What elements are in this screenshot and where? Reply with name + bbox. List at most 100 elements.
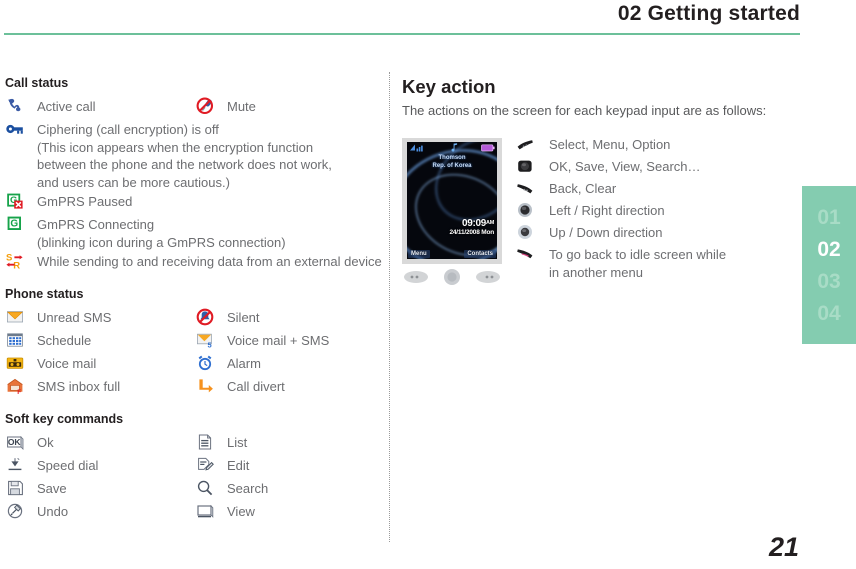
list-item-label: Voice mail + SMS	[227, 333, 330, 348]
column-divider	[389, 72, 390, 542]
list-item-label: SMS inbox full	[37, 379, 121, 394]
list-item-label: List	[227, 435, 248, 450]
list-item-label: Select, Menu, Option	[549, 137, 671, 152]
center-ok-key-icon	[515, 156, 535, 176]
voicemail-sms-icon: 5	[195, 330, 215, 350]
page-header: 02 Getting started	[0, 0, 856, 38]
gprs-paused-icon: G	[5, 191, 25, 211]
phone-status-bar	[407, 142, 497, 153]
list-item-label: To go back to idle screen while in anoth…	[549, 247, 727, 280]
phone-time-ampm: AM	[486, 220, 494, 226]
list-item: OK, Save, View, Search…	[515, 156, 794, 178]
phone-display: Thomson Rep. of Korea 09:09AM 24/11/2008…	[407, 142, 497, 259]
right-softkey-icon	[515, 178, 535, 198]
carrier-line-2: Rep. of Korea	[432, 162, 472, 169]
list-item-label: Unread SMS	[37, 310, 112, 325]
list-item-label: Alarm	[227, 356, 261, 371]
right-column: Key action The actions on the screen for…	[402, 76, 794, 285]
phone-softkey-left[interactable]: Menu	[408, 249, 430, 258]
header-divider-rule	[4, 33, 800, 35]
phone-status-list: Unread SMS Silent Schedule 5 Voice mail …	[5, 307, 383, 399]
phone-clock-block: 09:09AM 24/11/2008 Mon	[449, 219, 494, 237]
list-item-label: Active call	[37, 99, 96, 114]
unread-sms-icon	[5, 307, 25, 327]
svg-text:R: R	[13, 261, 20, 271]
speed-dial-icon	[5, 455, 25, 475]
list-item-label: Up / Down direction	[549, 225, 663, 240]
phone-date: 24/11/2008 Mon	[449, 229, 494, 236]
list-item: S R While sending to and receiving data …	[5, 251, 383, 274]
list-item: F SMS inbox full Call divert	[5, 376, 383, 399]
phone-keypad-row	[402, 266, 502, 288]
phone-bezel: Thomson Rep. of Korea 09:09AM 24/11/2008…	[402, 138, 502, 264]
list-item-label: While sending to and receiving data from…	[37, 254, 382, 269]
list-item-label: Back, Clear	[549, 181, 617, 196]
list-item: Up / Down direction	[515, 222, 794, 244]
soft-key-commands-list: OK Ok List Speed dial Edit Save Search U…	[5, 432, 383, 524]
svg-text:OK: OK	[8, 437, 22, 447]
list-item: Select, Menu, Option	[515, 134, 794, 156]
left-column: Call status Active call Mute Ciphering (…	[5, 76, 383, 524]
save-floppy-icon	[5, 478, 25, 498]
list-item-label: Undo	[37, 504, 69, 519]
call-status-list: Active call Mute Ciphering (call encrypt…	[5, 96, 383, 274]
view-monitor-icon	[195, 501, 215, 521]
gprs-connecting-icon: G	[5, 214, 25, 234]
list-item-label: Save	[37, 481, 67, 496]
list-item-label: Ciphering (call encryption) is off (This…	[37, 122, 332, 190]
list-item-label: GmPRS Paused	[37, 194, 133, 209]
phone-status-heading: Phone status	[5, 287, 84, 301]
key-action-intro: The actions on the screen for each keypa…	[402, 103, 767, 118]
chapter-tab-01[interactable]: 01	[817, 207, 840, 228]
svg-text:F: F	[17, 389, 21, 396]
chapter-tab-02[interactable]: 02	[817, 239, 840, 260]
chapter-tab-03[interactable]: 03	[817, 271, 840, 292]
voicemail-icon	[5, 353, 25, 373]
list-item-label: Edit	[227, 458, 250, 473]
list-item: Save Search	[5, 478, 383, 501]
call-divert-icon	[195, 376, 215, 396]
list-item-label: Voice mail	[37, 356, 97, 371]
page-number: 21	[768, 532, 799, 562]
schedule-calendar-icon	[5, 330, 25, 350]
phone-softkey-bar: Menu Contacts	[407, 248, 497, 259]
end-call-key-icon	[515, 244, 535, 264]
key-action-heading: Key action	[402, 76, 496, 97]
list-item-label: Mute	[227, 99, 256, 114]
list-item-label: Silent	[227, 310, 260, 325]
phone-time: 09:09AM	[449, 219, 494, 229]
list-item: Voice mail Alarm	[5, 353, 383, 376]
svg-text:5: 5	[208, 341, 212, 350]
carrier-line-1: Thomson	[438, 155, 466, 161]
edit-pencil-icon	[195, 455, 215, 475]
list-item: Left / Right direction	[515, 200, 794, 222]
chapter-tab-strip: 01 02 03 04	[802, 186, 856, 344]
search-magnifier-icon	[195, 478, 215, 498]
list-item: To go back to idle screen while in anoth…	[515, 244, 794, 281]
up-down-nav-icon	[515, 222, 535, 242]
chapter-tab-04[interactable]: 04	[817, 303, 840, 324]
list-item: Schedule 5 Voice mail + SMS	[5, 330, 383, 353]
phone-carrier-name: Thomson Rep. of Korea	[407, 155, 497, 170]
mute-microphone-icon	[195, 96, 215, 116]
alarm-clock-icon	[195, 353, 215, 373]
list-item-label: Search	[227, 481, 269, 496]
list-item-label: View	[227, 504, 255, 519]
list-icon	[195, 432, 215, 452]
list-item-label: GmPRS Connecting (blinking icon during a…	[37, 217, 286, 250]
data-transfer-icon: S R	[5, 251, 25, 271]
list-item-label: OK, Save, View, Search…	[549, 159, 701, 174]
list-item-label: Ok	[37, 435, 54, 450]
list-item: Unread SMS Silent	[5, 307, 383, 330]
list-item: Undo View	[5, 501, 383, 524]
list-item-label: Left / Right direction	[549, 203, 665, 218]
phone-idle-screenshot: Thomson Rep. of Korea 09:09AM 24/11/2008…	[402, 138, 502, 264]
phone-softkey-right[interactable]: Contacts	[464, 249, 496, 258]
svg-text:S: S	[6, 253, 12, 264]
key-action-list: Select, Menu, Option OK, Save, View, Sea…	[515, 134, 794, 281]
call-status-heading: Call status	[5, 76, 69, 90]
phone-handset-icon	[5, 96, 25, 116]
left-right-nav-icon	[515, 200, 535, 220]
list-item: G GmPRS Paused	[5, 191, 383, 214]
key-icon	[5, 119, 25, 139]
